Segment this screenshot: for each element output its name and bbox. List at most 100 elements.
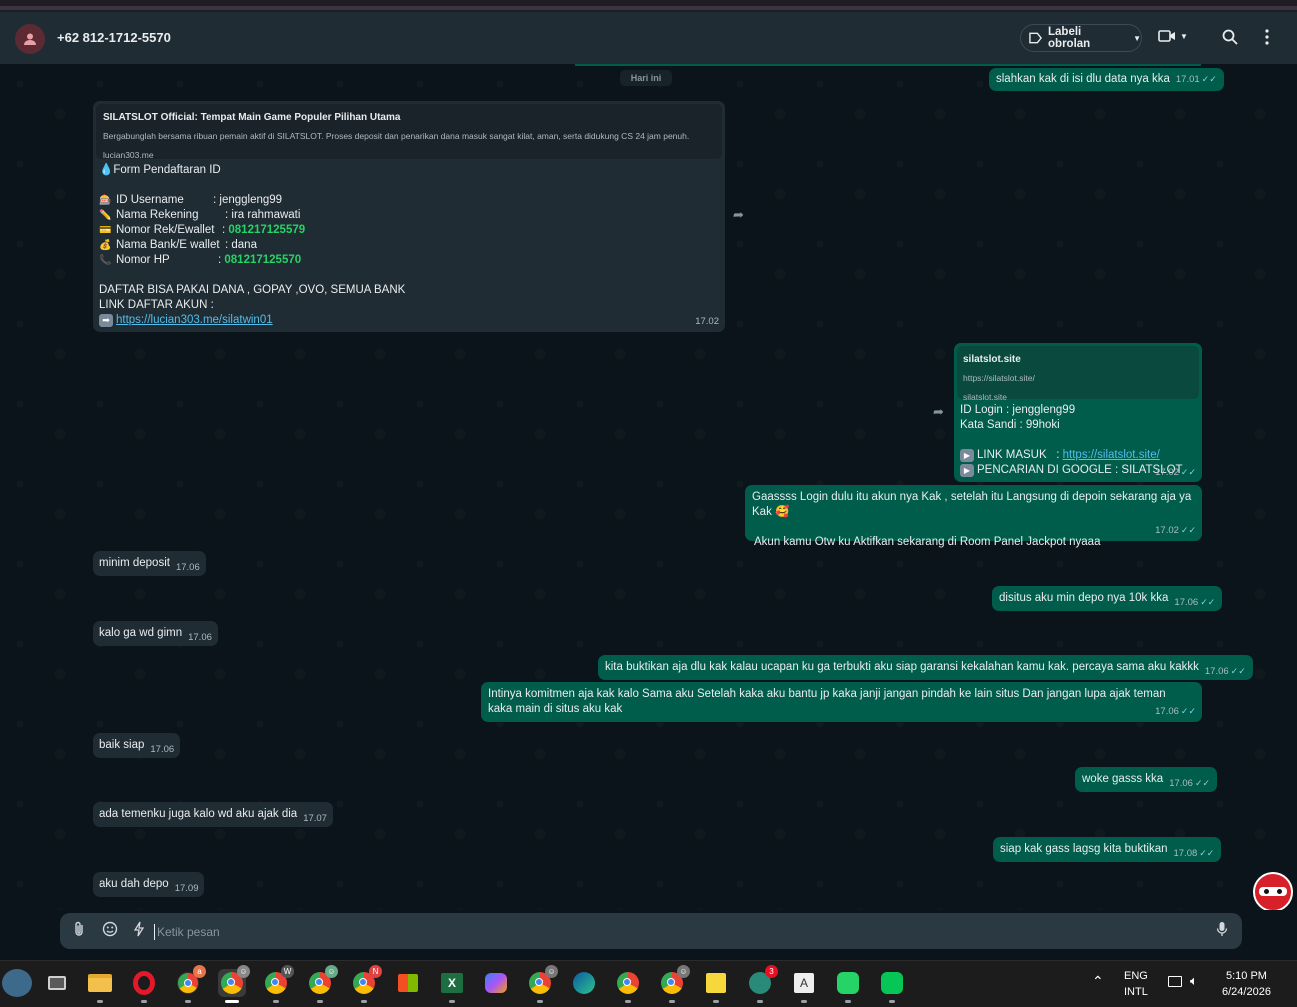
chrome-profile-icon[interactable]: a bbox=[174, 965, 206, 1003]
read-ticks-icon: ✓✓ bbox=[1230, 666, 1246, 676]
message-text: disitus aku min depo nya 10k kka bbox=[999, 592, 1169, 604]
incoming-message[interactable]: aku dah depo 17.09 bbox=[93, 872, 205, 897]
read-ticks-icon: ✓✓ bbox=[1199, 848, 1215, 858]
outgoing-message[interactable]: Gaassss Login dulu itu akun nya Kak , se… bbox=[745, 485, 1202, 548]
preview-title: SILATSLOT Official: Tempat Main Game Pop… bbox=[103, 112, 401, 123]
message-time: 17.06 bbox=[150, 744, 175, 755]
field-value: : ira rahmawati bbox=[225, 209, 301, 221]
message-text: slahkan kak di isi dlu data nya kka bbox=[996, 73, 1170, 85]
video-call-button[interactable]: ▼ bbox=[1158, 29, 1188, 43]
volume-icon[interactable]: 🔈︎ bbox=[1190, 973, 1198, 989]
incoming-message[interactable]: baik siap 17.06 bbox=[93, 733, 181, 758]
chevron-up-icon[interactable]: ⌃ bbox=[1092, 973, 1104, 990]
field-value[interactable]: 081217125579 bbox=[228, 223, 305, 238]
contact-name[interactable]: +62 812-1712-5570 bbox=[57, 30, 171, 45]
attach-icon[interactable] bbox=[73, 921, 85, 937]
message-time: 17.01 bbox=[1175, 74, 1200, 85]
message-text: aku dah depo bbox=[99, 878, 169, 890]
excel-icon[interactable]: X bbox=[438, 969, 466, 1003]
field-label: Nomor HP bbox=[116, 254, 170, 266]
chrome-profile-icon[interactable]: ☺ bbox=[526, 965, 558, 1003]
field-value: : jenggleng99 bbox=[213, 194, 283, 206]
chrome-profile-icon[interactable]: N bbox=[350, 965, 382, 1003]
field-value[interactable]: 081217125570 bbox=[224, 253, 301, 268]
sticker-icon[interactable] bbox=[102, 921, 118, 937]
link-preview[interactable]: SILATSLOT Official: Tempat Main Game Pop… bbox=[96, 104, 722, 160]
task-view-icon[interactable] bbox=[43, 969, 71, 997]
outgoing-message[interactable]: woke gasss kka 17.06 ✓✓ bbox=[1075, 767, 1218, 792]
network-icon[interactable] bbox=[1168, 976, 1182, 987]
message-text: minim deposit bbox=[99, 557, 170, 569]
incoming-message[interactable]: ada temenku juga kalo wd aku ajak dia 17.… bbox=[93, 802, 333, 827]
chrome-profile-icon[interactable]: W bbox=[262, 965, 294, 1003]
chevron-down-icon: ▼ bbox=[1133, 33, 1141, 43]
font-viewer-icon[interactable]: A bbox=[790, 969, 818, 1003]
incoming-message[interactable]: minim deposit 17.06 bbox=[93, 551, 206, 576]
field-value: : dana bbox=[225, 239, 257, 251]
read-ticks-icon: ✓✓ bbox=[1180, 525, 1196, 535]
chrome-icon[interactable] bbox=[614, 969, 642, 1003]
notification-badge: 3 bbox=[765, 965, 778, 978]
message-time: 17.02 bbox=[1155, 525, 1179, 536]
outgoing-message[interactable]: Intinya komitmen aja kak kalo Sama aku S… bbox=[481, 682, 1202, 722]
lightning-icon[interactable] bbox=[133, 921, 145, 937]
edge-icon[interactable] bbox=[570, 969, 598, 997]
forward-icon[interactable]: ➦ bbox=[933, 404, 944, 420]
message-time: 17.06 bbox=[1155, 706, 1179, 717]
label-chat-button[interactable]: Labeli obrolan ▼ bbox=[1020, 24, 1142, 52]
message-line: DAFTAR BISA PAKAI DANA , GOPAY ,OVO, SEM… bbox=[99, 284, 406, 296]
chrome-profile-icon[interactable]: ☺ bbox=[658, 965, 690, 1003]
chat-area[interactable]: Hari ini slahkan kak di isi dlu data nya… bbox=[0, 64, 1297, 910]
weather-widget[interactable] bbox=[2, 969, 32, 997]
outgoing-message[interactable]: slahkan kak di isi dlu data nya kka 17.01… bbox=[989, 68, 1224, 91]
outgoing-message[interactable]: siap kak gass lagsg kita buktikan 17.08 ✓✓ bbox=[993, 837, 1222, 862]
outgoing-message-login[interactable]: silatslot.site https://silatslot.site/ s… bbox=[954, 343, 1202, 482]
system-clock[interactable]: 5:10 PM 6/24/2026 bbox=[1222, 968, 1271, 1000]
message-text: ada temenku juga kalo wd aku ajak dia bbox=[99, 808, 298, 820]
link-preview[interactable]: silatslot.site https://silatslot.site/ s… bbox=[957, 346, 1199, 402]
profile-badge: N bbox=[369, 965, 382, 978]
message-composer bbox=[0, 910, 1297, 960]
file-explorer-icon[interactable] bbox=[86, 969, 114, 1003]
forward-icon[interactable]: ➦ bbox=[733, 207, 744, 223]
whatsapp-icon[interactable] bbox=[834, 969, 862, 1003]
read-ticks-icon: ✓✓ bbox=[1194, 778, 1211, 788]
outgoing-message[interactable]: kita buktikan aja dlu kak kalau ucapan k… bbox=[598, 655, 1253, 680]
profile-badge: W bbox=[281, 965, 294, 978]
microsoft-store-icon[interactable] bbox=[394, 969, 422, 997]
contact-avatar[interactable] bbox=[15, 24, 45, 54]
profile-badge: a bbox=[193, 965, 206, 978]
message-text: kalo ga wd gimn bbox=[99, 627, 183, 639]
sticky-notes-icon[interactable] bbox=[702, 969, 730, 1003]
slot-icon: 🎰 bbox=[99, 195, 112, 206]
incoming-message-form[interactable]: SILATSLOT Official: Tempat Main Game Pop… bbox=[93, 101, 725, 332]
form-title: Form Pendaftaran ID bbox=[113, 164, 221, 176]
message-input[interactable] bbox=[154, 924, 554, 940]
label-icon bbox=[1029, 32, 1042, 44]
message-text: Gaassss Login dulu itu akun nya Kak , se… bbox=[752, 491, 1192, 518]
microphone-icon[interactable] bbox=[1216, 921, 1228, 937]
chat-header: +62 812-1712-5570 Labeli obrolan ▼ ▼ bbox=[0, 12, 1297, 64]
outgoing-message[interactable]: disitus aku min depo nya 10k kka 17.06 ✓✓ bbox=[992, 586, 1223, 611]
field-label: ID Username bbox=[116, 194, 184, 206]
preview-url: https://silatslot.site/ bbox=[963, 373, 1035, 383]
incoming-message[interactable]: kalo ga wd gimn 17.06 bbox=[93, 621, 218, 646]
register-link[interactable]: https://lucian303.me/silatwin01 bbox=[116, 314, 273, 326]
field-label: Nama Rekening bbox=[116, 209, 199, 221]
language-code: ENG bbox=[1124, 970, 1148, 982]
floating-ninja-widget[interactable] bbox=[1253, 872, 1293, 912]
copilot-icon[interactable] bbox=[482, 969, 510, 997]
message-time: 17.06 bbox=[1174, 597, 1199, 608]
menu-button[interactable] bbox=[1265, 29, 1269, 50]
login-link[interactable]: https://silatslot.site/ bbox=[1063, 449, 1160, 461]
search-button[interactable] bbox=[1222, 29, 1238, 50]
opera-icon[interactable] bbox=[130, 969, 158, 1003]
whatsapp-business-icon[interactable]: 3 bbox=[746, 965, 778, 1003]
chrome-profile-icon[interactable]: ☺ bbox=[306, 965, 338, 1003]
message-time: 17.06 bbox=[188, 632, 212, 643]
input-language-indicator[interactable]: ENG INTL bbox=[1124, 968, 1148, 1000]
play-icon: ▶ bbox=[960, 449, 974, 462]
chrome-profile-icon[interactable]: ☺ bbox=[218, 965, 250, 1003]
line-app-icon[interactable] bbox=[878, 969, 906, 1003]
droplet-icon: 💧 bbox=[99, 164, 114, 176]
